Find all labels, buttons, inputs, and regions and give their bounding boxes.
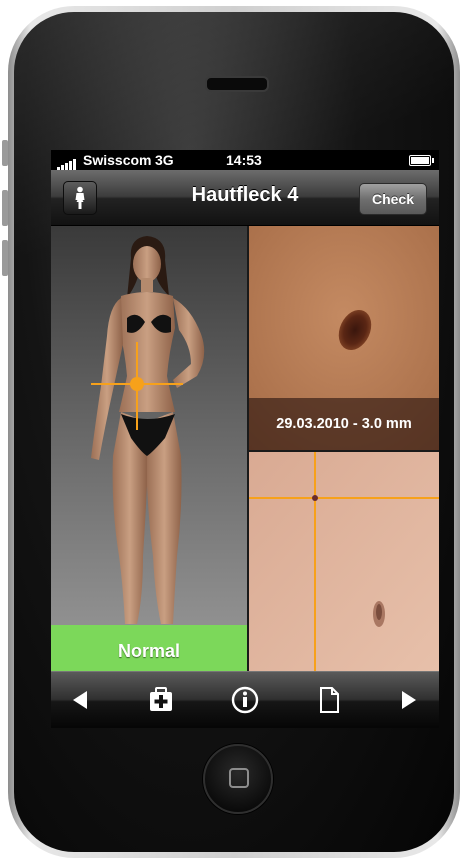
previous-arrow-icon — [73, 691, 87, 709]
mole-location-image — [249, 452, 439, 671]
body-view-button[interactable] — [63, 181, 97, 215]
page-title: Hautfleck 4 — [191, 184, 299, 206]
screen: Swisscom 3G 14:53 Hautfleck 4 Check Norm… — [51, 150, 439, 728]
earpiece-speaker — [205, 76, 269, 92]
home-button[interactable] — [203, 744, 273, 814]
first-aid-kit-icon — [150, 687, 172, 711]
navigation-bar: Hautfleck 4 Check — [51, 170, 439, 226]
mole-location-photo[interactable] — [249, 452, 439, 671]
document-icon — [320, 687, 339, 713]
battery-icon — [409, 155, 434, 166]
bottom-toolbar — [51, 671, 439, 728]
status-time: 14:53 — [226, 152, 262, 168]
previous-button[interactable] — [57, 682, 101, 718]
check-button[interactable]: Check — [359, 183, 427, 215]
info-button[interactable] — [223, 682, 267, 718]
status-badge: Normal — [51, 625, 247, 671]
document-button[interactable] — [307, 682, 351, 718]
next-arrow-icon — [402, 691, 416, 709]
measurement-caption: 29.03.2010 - 3.0 mm — [249, 398, 439, 450]
body-map-view[interactable]: Normal — [51, 226, 247, 671]
content-area: Normal 29.03.2010 - 3.0 mm — [51, 226, 439, 671]
info-icon — [231, 686, 259, 714]
female-figure-icon — [75, 186, 85, 209]
next-button[interactable] — [387, 682, 431, 718]
body-model-image — [91, 236, 205, 624]
signal-strength-icon — [57, 154, 77, 170]
status-bar: Swisscom 3G 14:53 — [51, 150, 439, 170]
home-square-icon — [229, 768, 249, 788]
carrier-name: Swisscom — [83, 152, 152, 168]
mute-switch — [2, 140, 8, 166]
volume-up-button — [2, 190, 8, 226]
network-type: 3G — [155, 152, 174, 168]
first-aid-button[interactable] — [139, 682, 183, 718]
volume-down-button — [2, 240, 8, 276]
